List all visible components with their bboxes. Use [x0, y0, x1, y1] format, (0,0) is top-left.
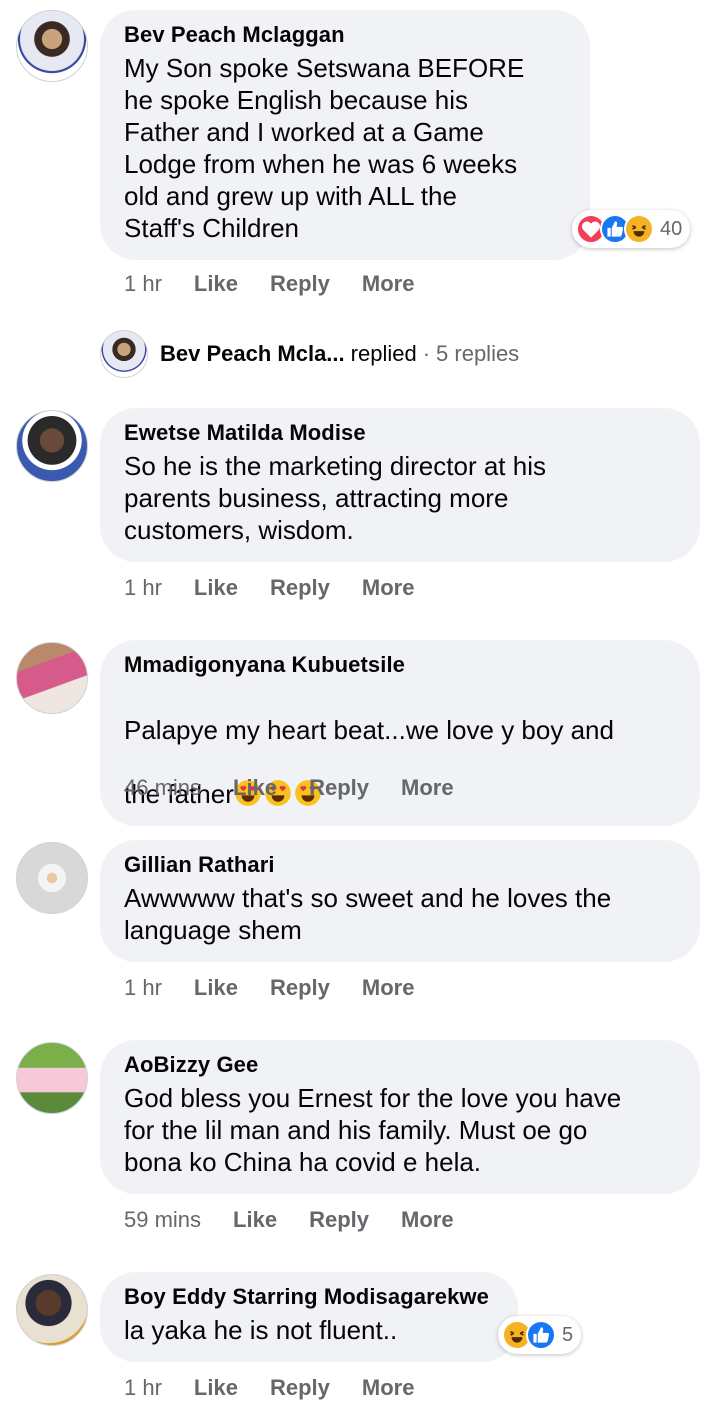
comment-bubble: Gillian Rathari Awwwww that's so sweet a… — [100, 840, 700, 962]
comment-text: So he is the marketing director at his p… — [124, 451, 546, 545]
haha-icon — [624, 214, 654, 244]
comment-author[interactable]: Boy Eddy Starring Modisagarekwe — [124, 1284, 494, 1310]
avatar[interactable] — [16, 1042, 88, 1114]
comment-author[interactable]: Gillian Rathari — [124, 852, 676, 878]
reply-button[interactable]: Reply — [309, 775, 369, 801]
reaction-count: 40 — [660, 217, 683, 240]
more-button[interactable]: More — [401, 1207, 454, 1233]
more-button[interactable]: More — [362, 271, 415, 297]
reply-button[interactable]: Reply — [309, 1207, 369, 1233]
comment-actions: 59 mins Like Reply More — [124, 1207, 486, 1233]
comment-time[interactable]: 46 mins — [124, 775, 201, 801]
reply-button[interactable]: Reply — [270, 575, 330, 601]
comment-bubble: Ewetse Matilda Modise So he is the marke… — [100, 408, 700, 562]
avatar[interactable] — [16, 10, 88, 82]
comment-time[interactable]: 1 hr — [124, 271, 162, 297]
comment-time[interactable]: 59 mins — [124, 1207, 201, 1233]
view-replies-link[interactable]: Bev Peach Mcla... replied · 5 replies — [100, 330, 519, 378]
comment-bubble: Boy Eddy Starring Modisagarekwe la yaka … — [100, 1272, 518, 1362]
comment-text: My Son spoke Setswana BEFORE he spoke En… — [124, 53, 525, 243]
reply-button[interactable]: Reply — [270, 975, 330, 1001]
comment-author[interactable]: AoBizzy Gee — [124, 1052, 676, 1078]
comment-text: God bless you Ernest for the love you ha… — [124, 1083, 622, 1177]
comment-actions: 1 hr Like Reply More — [124, 575, 446, 601]
comment-actions: 1 hr Like Reply More — [124, 975, 446, 1001]
more-button[interactable]: More — [401, 775, 454, 801]
comment-text-line: Palapye my heart beat...we love y boy an… — [124, 715, 614, 745]
comment-time[interactable]: 1 hr — [124, 575, 162, 601]
reply-count: 5 replies — [436, 341, 520, 366]
comment-bubble: AoBizzy Gee God bless you Ernest for the… — [100, 1040, 700, 1194]
reply-verb: replied — [350, 341, 417, 366]
like-button[interactable]: Like — [233, 775, 277, 801]
comment-actions: 1 hr Like Reply More — [124, 271, 446, 297]
avatar[interactable] — [16, 642, 88, 714]
comment-author[interactable]: Ewetse Matilda Modise — [124, 420, 676, 446]
comment-bubble: Bev Peach Mclaggan My Son spoke Setswana… — [100, 10, 590, 260]
more-button[interactable]: More — [362, 1375, 415, 1401]
comment-time[interactable]: 1 hr — [124, 1375, 162, 1401]
comment-actions: 46 mins Like Reply More — [124, 775, 486, 801]
reaction-summary[interactable]: 5 — [498, 1316, 582, 1354]
like-button[interactable]: Like — [194, 575, 238, 601]
reply-button[interactable]: Reply — [270, 1375, 330, 1401]
more-button[interactable]: More — [362, 975, 415, 1001]
reaction-summary[interactable]: 40 — [572, 210, 691, 248]
avatar[interactable] — [16, 842, 88, 914]
separator-dot: · — [422, 341, 431, 366]
comment-time[interactable]: 1 hr — [124, 975, 162, 1001]
reaction-count: 5 — [562, 1323, 574, 1346]
like-button[interactable]: Like — [194, 1375, 238, 1401]
reply-button[interactable]: Reply — [270, 271, 330, 297]
reply-author: Bev Peach Mcla... — [160, 341, 345, 366]
more-button[interactable]: More — [362, 575, 415, 601]
like-icon — [526, 1320, 556, 1350]
avatar[interactable] — [16, 1274, 88, 1346]
reply-avatar — [100, 330, 148, 378]
like-button[interactable]: Like — [233, 1207, 277, 1233]
avatar[interactable] — [16, 410, 88, 482]
comment-text: Awwwww that's so sweet and he loves the … — [124, 883, 612, 945]
comment-actions: 1 hr Like Reply More — [124, 1375, 446, 1401]
like-button[interactable]: Like — [194, 975, 238, 1001]
comment-author[interactable]: Mmadigonyana Kubuetsile — [124, 652, 676, 678]
comment-author[interactable]: Bev Peach Mclaggan — [124, 22, 566, 48]
like-button[interactable]: Like — [194, 271, 238, 297]
comment-text: la yaka he is not fluent.. — [124, 1315, 398, 1345]
